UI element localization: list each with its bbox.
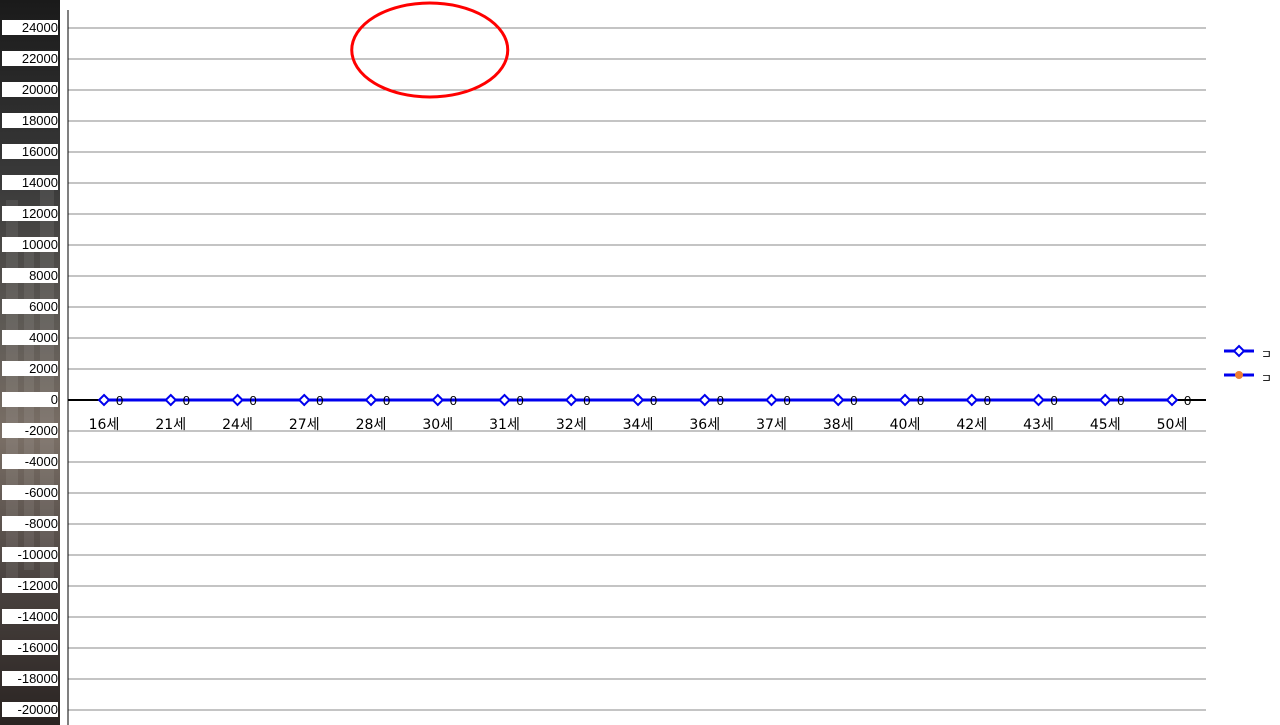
series-1-marker <box>831 393 845 407</box>
series-1-marker <box>431 393 445 407</box>
x-tick-label: 16세 <box>88 417 120 433</box>
data-label: 0 <box>650 393 657 408</box>
data-label: 0 <box>1117 393 1124 408</box>
data-label: 0 <box>583 393 590 408</box>
y-tick-label: -18000 <box>2 671 58 686</box>
y-tick-label: 16000 <box>2 144 58 159</box>
y-tick-label: 4000 <box>2 330 58 345</box>
legend-label: ㄷ <box>1260 348 1274 360</box>
y-tick-label: 2000 <box>2 361 58 376</box>
series-1-marker <box>1032 393 1045 407</box>
data-label: 0 <box>850 393 857 408</box>
y-tick-label: 22000 <box>2 51 58 66</box>
series-1-marker <box>297 393 311 407</box>
y-tick-label: 18000 <box>2 113 58 128</box>
y-tick-label: 24000 <box>2 20 58 35</box>
x-tick-label: 38세 <box>822 417 854 433</box>
y-tick-label: -20000 <box>2 702 58 717</box>
series-1-marker <box>965 393 979 407</box>
y-tick-label: -8000 <box>2 516 58 531</box>
y-tick-label: -2000 <box>2 423 58 438</box>
series-1-marker <box>631 393 645 407</box>
data-label: 0 <box>1184 393 1191 408</box>
legend-entry-series-2: ㄷ <box>1222 365 1274 385</box>
data-label: 0 <box>917 393 924 408</box>
y-tick-label: 12000 <box>2 206 58 221</box>
series-1-marker <box>698 393 712 407</box>
x-tick-label: 45세 <box>1089 417 1121 433</box>
y-tick-label: 14000 <box>2 175 58 190</box>
data-label: 0 <box>984 393 991 408</box>
series-1-marker <box>498 393 511 407</box>
series-1-marker <box>97 393 111 407</box>
x-tick-label: 24세 <box>222 417 253 433</box>
data-label: 0 <box>116 393 123 408</box>
legend-entry-series-1: ㄷ <box>1222 341 1274 361</box>
x-tick-label: 34세 <box>622 417 654 433</box>
data-label: 0 <box>316 393 323 408</box>
series-1-marker <box>765 393 778 407</box>
highlight-ellipse <box>350 1 510 99</box>
x-tick-label: 21세 <box>155 417 187 433</box>
legend-label: ㄷ <box>1260 372 1274 384</box>
series-1-marker <box>1165 393 1179 407</box>
x-tick-label: 42세 <box>956 417 988 433</box>
data-label: 0 <box>250 393 257 408</box>
x-tick-label: 30세 <box>422 417 454 433</box>
x-tick-label: 28세 <box>355 417 387 433</box>
series-1-marker <box>231 393 244 407</box>
x-tick-label: 36세 <box>689 417 721 433</box>
series-1-marker <box>164 393 178 407</box>
legend-swatch-circle-icon <box>1224 371 1254 379</box>
data-label: 0 <box>517 393 524 408</box>
x-tick-label: 43세 <box>1023 417 1054 433</box>
data-label: 0 <box>717 393 724 408</box>
data-label: 0 <box>383 393 390 408</box>
data-label: 0 <box>183 393 190 408</box>
y-tick-label: -6000 <box>2 485 58 500</box>
data-label: 0 <box>784 393 791 408</box>
x-tick-label: 37세 <box>756 417 787 433</box>
x-tick-label: 27세 <box>288 417 320 433</box>
series-1-marker <box>564 393 578 407</box>
data-label: 0 <box>450 393 457 408</box>
series-1-marker <box>364 393 378 407</box>
y-tick-label: 6000 <box>2 299 58 314</box>
y-tick-label: -12000 <box>2 578 58 593</box>
y-tick-label: -4000 <box>2 454 58 469</box>
line-chart: 0 0 0 0 0 0 0 0 0 0 0 0 0 0 0 0 0 <box>67 1 1206 725</box>
x-tick-label: 40세 <box>889 417 921 433</box>
x-tick-label: 31세 <box>489 417 520 433</box>
x-tick-label: 50세 <box>1156 417 1188 433</box>
y-tick-label: 0 <box>2 392 58 407</box>
y-tick-label: -16000 <box>2 640 58 655</box>
data-label: 0 <box>1051 393 1058 408</box>
y-tick-label: -14000 <box>2 609 58 624</box>
y-tick-label: 10000 <box>2 237 58 252</box>
chart-legend: ㄷ ㄷ <box>1218 335 1274 393</box>
series-1-marker <box>1098 393 1112 407</box>
x-tick-label: 32세 <box>555 417 587 433</box>
series-1-marker <box>898 393 912 407</box>
y-tick-label: 20000 <box>2 82 58 97</box>
y-tick-label: 8000 <box>2 268 58 283</box>
legend-swatch-diamond-icon <box>1224 344 1254 358</box>
y-tick-label: -10000 <box>2 547 58 562</box>
